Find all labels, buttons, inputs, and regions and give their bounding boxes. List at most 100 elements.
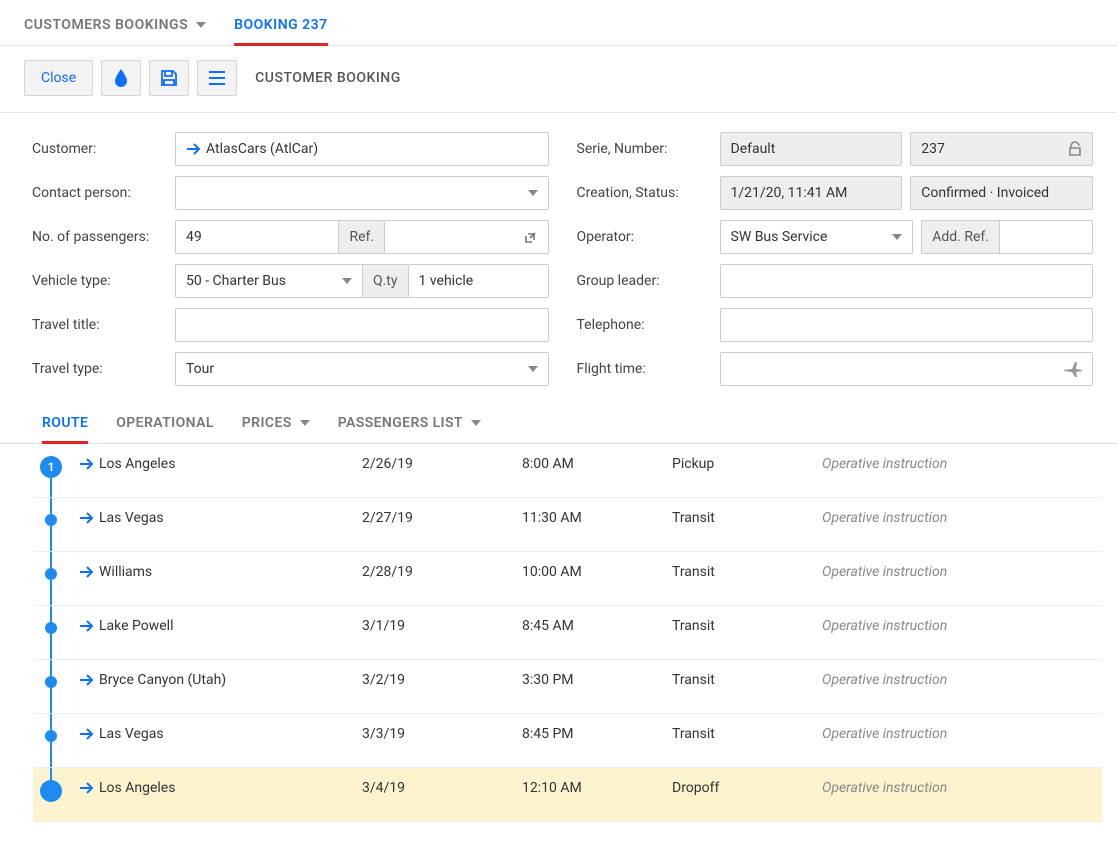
route-marker <box>33 552 69 605</box>
route-location[interactable]: Lake Powell <box>79 618 174 634</box>
tab-operational[interactable]: OPERATIONAL <box>116 415 214 443</box>
tab-passengers[interactable]: PASSENGERS LIST <box>338 415 481 443</box>
ref-field[interactable] <box>385 220 548 254</box>
creation-label: Creation, Status: <box>577 185 712 201</box>
route-row[interactable]: Lake Powell3/1/198:45 AMTransitOperative… <box>33 606 1102 660</box>
route-instruction[interactable]: Operative instruction <box>812 498 1102 551</box>
route-location[interactable]: Williams <box>79 564 152 580</box>
route-instruction[interactable]: Operative instruction <box>812 660 1102 713</box>
route-location[interactable]: Las Vegas <box>79 726 164 742</box>
operator-label: Operator: <box>577 229 712 245</box>
route-dot <box>45 514 57 526</box>
status-value: Confirmed · Invoiced <box>921 185 1082 201</box>
route-instruction[interactable]: Operative instruction <box>812 552 1102 605</box>
route-location-text: Bryce Canyon (Utah) <box>99 672 226 688</box>
route-instruction[interactable]: Operative instruction <box>812 768 1102 821</box>
route-location[interactable]: Los Angeles <box>79 456 175 472</box>
addref-field[interactable] <box>999 220 1093 254</box>
qty-addon: Q.ty <box>363 264 409 298</box>
unlock-icon[interactable] <box>1068 141 1082 157</box>
route-dot <box>45 676 57 688</box>
arrow-right-icon <box>79 782 93 794</box>
chevron-down-icon <box>342 278 352 284</box>
operator-select[interactable]: SW Bus Service <box>720 220 914 254</box>
route-instruction[interactable]: Operative instruction <box>812 444 1102 497</box>
route-row[interactable]: 1Los Angeles2/26/198:00 AMPickupOperativ… <box>33 444 1102 498</box>
contact-field[interactable] <box>175 176 549 210</box>
route-dot: 1 <box>40 456 62 478</box>
arrow-right-icon[interactable] <box>186 143 200 155</box>
chevron-down-icon <box>471 420 481 426</box>
qty-value: 1 vehicle <box>419 273 538 289</box>
leader-label: Group leader: <box>577 273 712 289</box>
travel-type-value: Tour <box>186 361 528 377</box>
leader-field[interactable] <box>720 264 1094 298</box>
route-location-text: Williams <box>99 564 152 580</box>
route-location[interactable]: Las Vegas <box>79 510 164 526</box>
route-dot <box>40 780 62 802</box>
close-button[interactable]: Close <box>24 60 93 96</box>
creation-field: 1/21/20, 11:41 AM <box>720 176 903 210</box>
header-tabs: CUSTOMERS BOOKINGS BOOKING 237 <box>0 0 1117 46</box>
route-instruction[interactable]: Operative instruction <box>812 606 1102 659</box>
arrow-right-icon <box>79 512 93 524</box>
save-icon <box>160 69 178 87</box>
route-type: Transit <box>662 714 812 767</box>
passengers-label: No. of passengers: <box>32 229 167 245</box>
route-location-text: Las Vegas <box>99 726 164 742</box>
chevron-down-icon <box>528 190 538 196</box>
tab-booking-detail[interactable]: BOOKING 237 <box>234 17 328 46</box>
qty-field[interactable]: 1 vehicle <box>409 264 549 298</box>
travel-type-select[interactable]: Tour <box>175 352 549 386</box>
route-row[interactable]: Los Angeles3/4/1912:10 AMDropoffOperativ… <box>33 768 1102 822</box>
drop-icon <box>113 68 129 88</box>
route-time: 10:00 AM <box>512 552 662 605</box>
drop-button[interactable] <box>101 60 141 96</box>
passengers-field[interactable]: 49 <box>175 220 339 254</box>
route-row[interactable]: Bryce Canyon (Utah)3/2/193:30 PMTransitO… <box>33 660 1102 714</box>
route-type: Transit <box>662 498 812 551</box>
route-row[interactable]: Las Vegas3/3/198:45 PMTransitOperative i… <box>33 714 1102 768</box>
external-link-icon[interactable] <box>524 230 538 244</box>
menu-button[interactable] <box>197 60 237 96</box>
route-row[interactable]: Las Vegas2/27/1911:30 AMTransitOperative… <box>33 498 1102 552</box>
menu-icon <box>208 71 226 85</box>
route-marker <box>33 714 69 767</box>
tab-prices[interactable]: PRICES <box>242 415 310 443</box>
passengers-value: 49 <box>186 229 328 245</box>
route-location-text: Lake Powell <box>99 618 174 634</box>
creation-value: 1/21/20, 11:41 AM <box>731 185 892 201</box>
chevron-down-icon <box>892 234 902 240</box>
chevron-down-icon <box>300 420 310 426</box>
customer-value: AtlasCars (AtlCar) <box>206 141 538 157</box>
operator-value: SW Bus Service <box>731 229 893 245</box>
route-marker: 1 <box>33 444 69 497</box>
contact-label: Contact person: <box>32 185 167 201</box>
tab-customers-bookings[interactable]: CUSTOMERS BOOKINGS <box>24 17 206 45</box>
route-location-text: Los Angeles <box>99 456 175 472</box>
tab-route[interactable]: ROUTE <box>42 415 88 444</box>
chevron-down-icon <box>196 22 206 28</box>
close-label: Close <box>41 70 76 86</box>
route-table: 1Los Angeles2/26/198:00 AMPickupOperativ… <box>33 444 1102 822</box>
serie-field: Default <box>720 132 903 166</box>
route-dot <box>45 568 57 580</box>
route-location[interactable]: Los Angeles <box>79 780 175 796</box>
route-type: Transit <box>662 552 812 605</box>
serie-label: Serie, Number: <box>577 141 712 157</box>
save-button[interactable] <box>149 60 189 96</box>
travel-type-label: Travel type: <box>32 361 167 377</box>
customer-label: Customer: <box>32 141 167 157</box>
flight-field[interactable] <box>720 352 1094 386</box>
vehicle-type-select[interactable]: 50 - Charter Bus <box>175 264 363 298</box>
route-location[interactable]: Bryce Canyon (Utah) <box>79 672 226 688</box>
route-date: 3/2/19 <box>352 660 512 713</box>
customer-field[interactable]: AtlasCars (AtlCar) <box>175 132 549 166</box>
route-instruction[interactable]: Operative instruction <box>812 714 1102 767</box>
phone-field[interactable] <box>720 308 1094 342</box>
plane-icon <box>1064 361 1082 377</box>
route-marker <box>33 768 69 821</box>
route-location-text: Las Vegas <box>99 510 164 526</box>
route-row[interactable]: Williams2/28/1910:00 AMTransitOperative … <box>33 552 1102 606</box>
travel-title-field[interactable] <box>175 308 549 342</box>
